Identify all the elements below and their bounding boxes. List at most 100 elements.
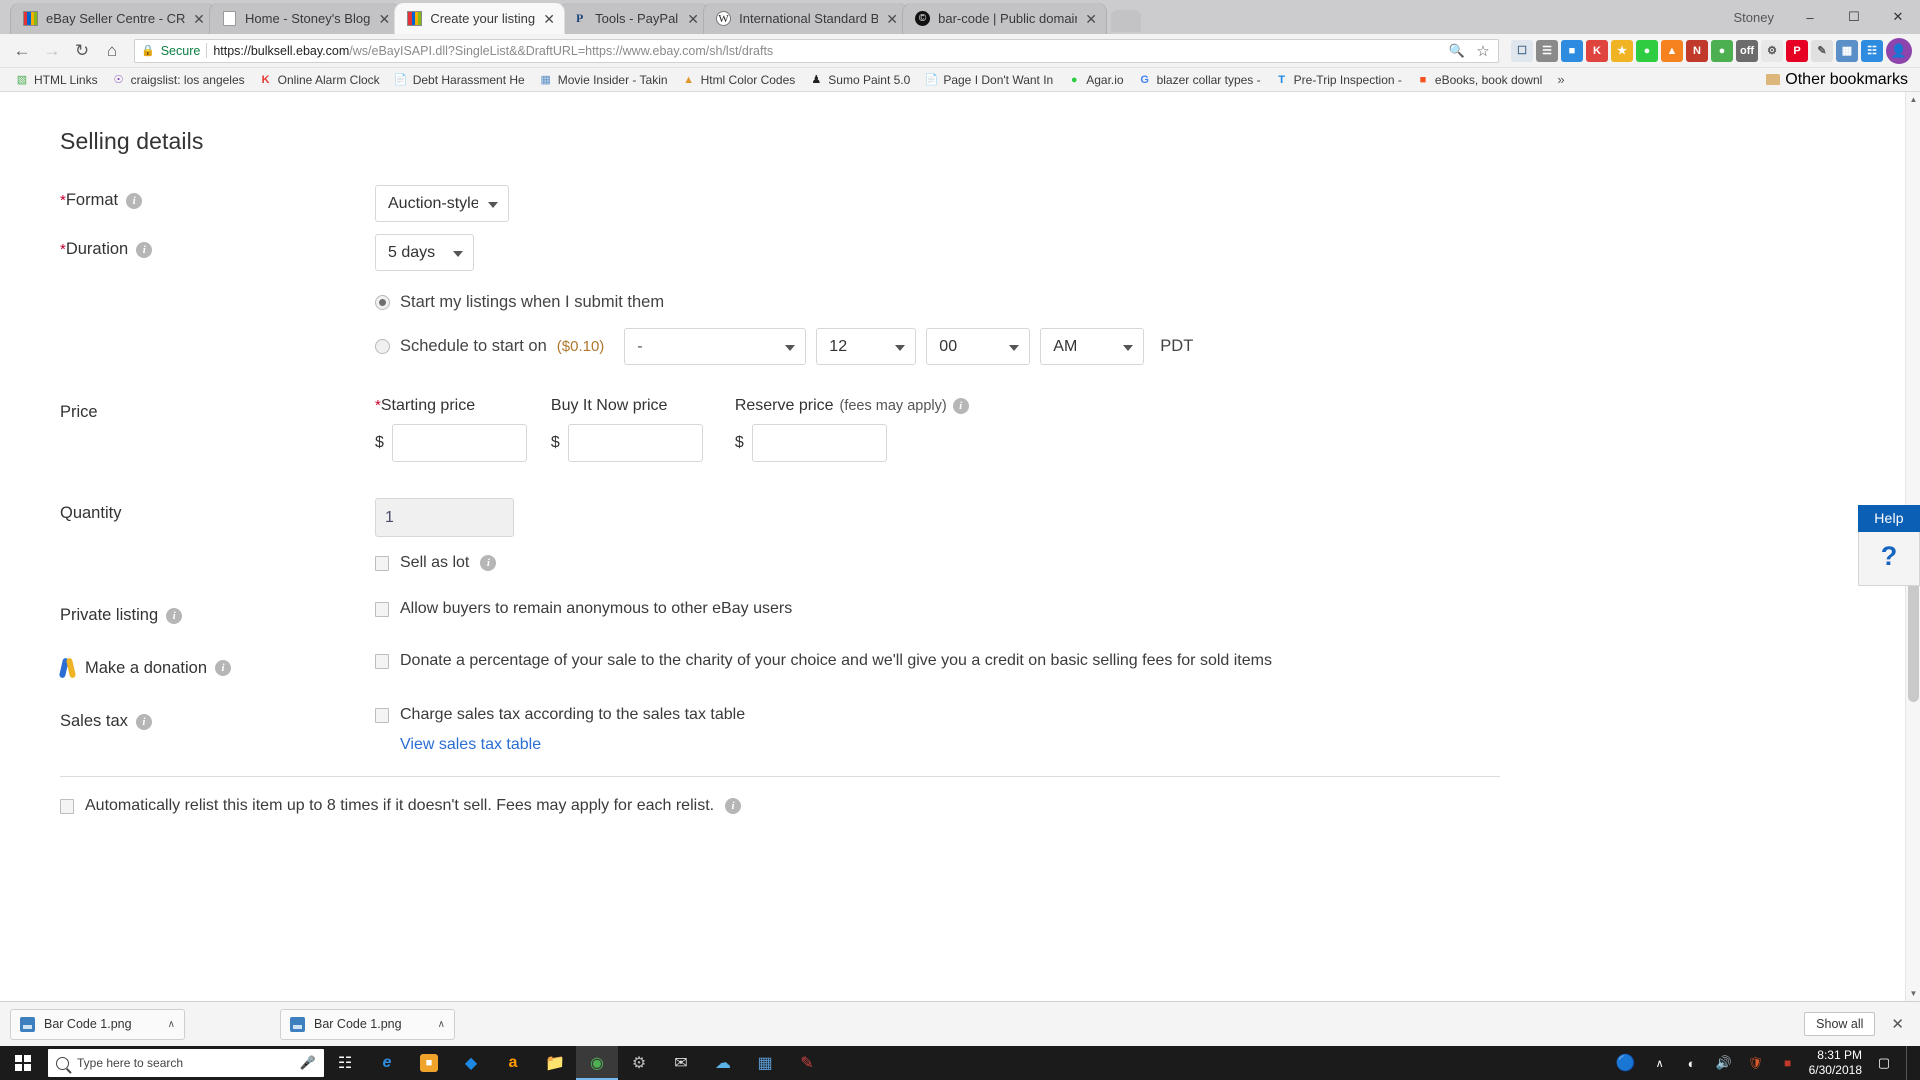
taskbar-mail-icon[interactable]: ✉ bbox=[660, 1046, 702, 1080]
private-listing-checkbox-row[interactable]: Allow buyers to remain anonymous to othe… bbox=[375, 600, 1920, 618]
bookmark-item[interactable]: 📄 Page I Don't Want In bbox=[917, 70, 1060, 90]
browser-tab[interactable]: P Tools - PayPal ✕ bbox=[559, 3, 710, 34]
start-now-radio-row[interactable]: Start my listings when I submit them bbox=[375, 293, 1920, 312]
info-icon[interactable]: i bbox=[166, 607, 183, 624]
private-listing-checkbox[interactable] bbox=[375, 601, 389, 617]
sell-as-lot-row[interactable]: Sell as lot i bbox=[375, 554, 1920, 572]
extension-icon[interactable]: off bbox=[1736, 39, 1758, 62]
info-icon[interactable]: i bbox=[135, 713, 152, 730]
home-icon[interactable]: ⌂ bbox=[98, 37, 126, 65]
taskbar-paint-icon[interactable]: ✎ bbox=[786, 1046, 828, 1080]
new-tab-button[interactable] bbox=[1111, 10, 1142, 32]
quantity-input[interactable] bbox=[375, 498, 514, 537]
bookmark-item[interactable]: T Pre-Trip Inspection - bbox=[1268, 70, 1409, 90]
download-item[interactable]: Bar Code 1.png ∧ bbox=[280, 1008, 455, 1040]
close-icon[interactable]: ✕ bbox=[885, 12, 899, 26]
format-select[interactable]: Auction-style bbox=[375, 185, 509, 222]
bookmark-item[interactable]: ▲ Html Color Codes bbox=[675, 70, 803, 90]
browser-tab[interactable]: Home - Stoney's Blog ✕ bbox=[209, 3, 401, 34]
maximize-button[interactable]: ☐ bbox=[1832, 2, 1876, 32]
start-now-radio[interactable] bbox=[375, 295, 390, 310]
schedule-hour-select[interactable]: 12 bbox=[816, 328, 917, 365]
extension-icon[interactable]: ⚙ bbox=[1761, 39, 1783, 62]
taskbar-edge-icon[interactable]: e bbox=[366, 1046, 408, 1080]
bin-price-input[interactable] bbox=[567, 424, 703, 462]
reserve-price-input[interactable] bbox=[751, 424, 887, 462]
taskbar-onedrive-icon[interactable]: ☁ bbox=[702, 1046, 744, 1080]
scroll-up-arrow[interactable]: ▲ bbox=[1906, 92, 1920, 107]
close-shelf-icon[interactable]: ✕ bbox=[1885, 1015, 1910, 1033]
search-icon[interactable]: 🔍 bbox=[1448, 37, 1466, 65]
close-icon[interactable]: ✕ bbox=[686, 12, 700, 26]
extension-icon[interactable]: ▦ bbox=[1836, 39, 1858, 62]
forward-icon[interactable]: → bbox=[38, 37, 66, 65]
start-button[interactable] bbox=[0, 1046, 46, 1080]
info-icon[interactable]: i bbox=[952, 398, 969, 414]
sell-as-lot-checkbox[interactable] bbox=[375, 555, 389, 571]
tray-cortana-icon[interactable]: 🔵 bbox=[1613, 1046, 1639, 1080]
task-view-icon[interactable]: ☷ bbox=[324, 1046, 366, 1080]
help-question-icon[interactable]: ? bbox=[1858, 532, 1920, 586]
schedule-ampm-select[interactable]: AM bbox=[1040, 328, 1145, 365]
info-icon[interactable]: i bbox=[126, 192, 143, 209]
duration-select[interactable]: 5 days bbox=[375, 234, 474, 271]
taskbar-search[interactable]: Type here to search 🎤 bbox=[48, 1049, 324, 1077]
donation-checkbox[interactable] bbox=[375, 653, 389, 669]
bookmarks-overflow-button[interactable]: » bbox=[1549, 72, 1572, 87]
bookmark-item[interactable]: ♟ Sumo Paint 5.0 bbox=[802, 70, 917, 90]
bookmark-item[interactable]: G blazer collar types - bbox=[1131, 70, 1268, 90]
relist-row[interactable]: Automatically relist this item up to 8 t… bbox=[60, 797, 1920, 815]
schedule-date-select[interactable]: - bbox=[624, 328, 807, 365]
schedule-radio-row[interactable]: Schedule to start on ($0.10) - 12 00 AM … bbox=[375, 328, 1920, 365]
network-icon[interactable]: ◐ bbox=[1681, 1046, 1703, 1080]
bookmark-item[interactable]: ■ eBooks, book downl bbox=[1409, 70, 1549, 90]
extension-icon[interactable]: ☐ bbox=[1511, 39, 1533, 62]
minimize-button[interactable]: – bbox=[1788, 2, 1832, 32]
close-icon[interactable]: ✕ bbox=[542, 12, 556, 26]
reload-icon[interactable]: ↻ bbox=[68, 37, 96, 65]
info-icon[interactable]: i bbox=[136, 241, 153, 258]
avatar[interactable]: 👤 bbox=[1886, 37, 1912, 64]
taskbar-dropbox-icon[interactable]: ◆ bbox=[450, 1046, 492, 1080]
extension-icon[interactable]: K bbox=[1586, 39, 1608, 62]
bookmark-item[interactable]: K Online Alarm Clock bbox=[252, 70, 387, 90]
extension-icon[interactable]: ● bbox=[1711, 39, 1733, 62]
taskbar-clock[interactable]: 8:31 PM 6/30/2018 bbox=[1809, 1048, 1862, 1078]
close-icon[interactable]: ✕ bbox=[1084, 12, 1098, 26]
sales-tax-checkbox-row[interactable]: Charge sales tax according to the sales … bbox=[375, 706, 1920, 724]
schedule-radio[interactable] bbox=[375, 339, 390, 354]
close-icon[interactable]: ✕ bbox=[192, 12, 206, 26]
extension-icon[interactable]: ☰ bbox=[1536, 39, 1558, 62]
extension-icon[interactable]: ■ bbox=[1561, 39, 1583, 62]
help-tab[interactable]: Help ? bbox=[1858, 505, 1920, 586]
taskbar-reader-icon[interactable]: ▦ bbox=[744, 1046, 786, 1080]
browser-tab-active[interactable]: Create your listing ✕ bbox=[394, 3, 566, 34]
taskbar-chrome-icon[interactable]: ◉ bbox=[576, 1046, 618, 1080]
volume-icon[interactable]: 🔊 bbox=[1713, 1046, 1735, 1080]
extension-icon[interactable]: ● bbox=[1636, 39, 1658, 62]
taskbar-settings-icon[interactable]: ⚙ bbox=[618, 1046, 660, 1080]
scroll-down-arrow[interactable]: ▼ bbox=[1906, 986, 1920, 1001]
bookmark-item[interactable]: ▧ HTML Links bbox=[8, 70, 105, 90]
tray-app-icon[interactable]: ■ bbox=[1777, 1046, 1799, 1080]
extension-icon[interactable]: ☷ bbox=[1861, 39, 1883, 62]
address-bar[interactable]: 🔒 Secure https://bulksell.ebay.com/ws/eB… bbox=[134, 37, 1499, 65]
shield-icon[interactable]: 🛡 bbox=[1745, 1046, 1767, 1080]
info-icon[interactable]: i bbox=[725, 798, 742, 814]
show-all-downloads-button[interactable]: Show all bbox=[1804, 1012, 1876, 1036]
profile-name[interactable]: Stoney bbox=[1734, 10, 1774, 25]
extension-icon[interactable]: ▲ bbox=[1661, 39, 1683, 62]
bookmark-item[interactable]: 📄 Debt Harassment He bbox=[387, 70, 532, 90]
info-icon[interactable]: i bbox=[215, 660, 232, 676]
view-sales-tax-table-link[interactable]: View sales tax table bbox=[400, 736, 541, 753]
chevron-up-icon[interactable]: ∧ bbox=[438, 1019, 445, 1030]
bookmark-item[interactable]: ▦ Movie Insider - Takin bbox=[532, 70, 675, 90]
schedule-minute-select[interactable]: 00 bbox=[926, 328, 1031, 365]
browser-tab[interactable]: eBay Seller Centre - CREA ✕ bbox=[10, 3, 215, 34]
sales-tax-checkbox[interactable] bbox=[375, 707, 389, 723]
microphone-icon[interactable]: 🎤 bbox=[300, 1055, 316, 1071]
bookmark-star-icon[interactable]: ☆ bbox=[1474, 37, 1492, 65]
bookmark-item[interactable]: ☉ craigslist: los angeles bbox=[105, 70, 252, 90]
extension-icon[interactable]: N bbox=[1686, 39, 1708, 62]
extension-icon[interactable]: P bbox=[1786, 39, 1808, 62]
